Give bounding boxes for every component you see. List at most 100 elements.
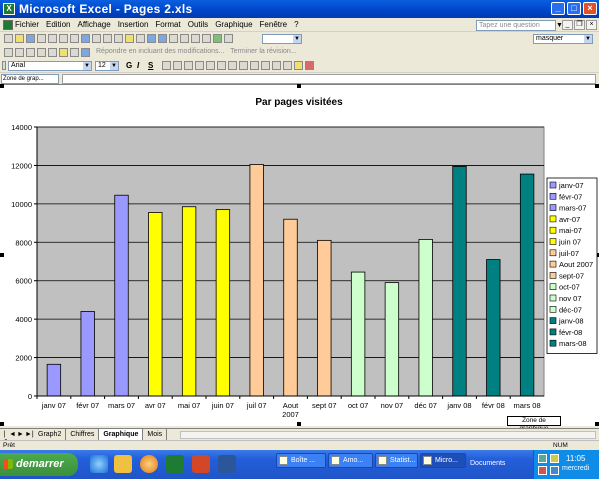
- masquer-select[interactable]: masquer ▼: [533, 34, 593, 44]
- format-painter-icon[interactable]: [136, 34, 145, 43]
- increase-indent-icon[interactable]: [272, 61, 281, 70]
- bar[interactable]: [215, 209, 231, 397]
- bar[interactable]: [418, 239, 433, 397]
- show-comments-icon[interactable]: [48, 48, 57, 57]
- print-icon[interactable]: [59, 34, 68, 43]
- align-center-icon[interactable]: [173, 61, 182, 70]
- align-right-icon[interactable]: [184, 61, 193, 70]
- font-color-icon[interactable]: [305, 61, 314, 70]
- reply-changes-button[interactable]: Répondre en incluant des modifications..…: [96, 48, 224, 55]
- align-left-icon[interactable]: [162, 61, 171, 70]
- hyperlink-icon[interactable]: [169, 34, 178, 43]
- internet-explorer-icon[interactable]: [90, 455, 108, 473]
- bar[interactable]: [148, 212, 163, 397]
- minimize-icon[interactable]: _: [551, 2, 565, 15]
- menu-item[interactable]: Fichier: [15, 20, 39, 29]
- taskbar-task-button[interactable]: Amo...: [328, 453, 373, 468]
- track-changes-icon[interactable]: [81, 48, 90, 57]
- currency-icon[interactable]: [206, 61, 215, 70]
- drawing-icon[interactable]: [224, 34, 233, 43]
- workbook-minimize-icon[interactable]: _: [562, 20, 573, 30]
- cut-icon[interactable]: [103, 34, 112, 43]
- bar[interactable]: [519, 173, 535, 397]
- folder-icon[interactable]: [114, 455, 132, 473]
- next-comment-icon[interactable]: [37, 48, 46, 57]
- excel-quicklaunch-icon[interactable]: [166, 455, 184, 473]
- open-icon[interactable]: [15, 34, 24, 43]
- menu-item[interactable]: ?: [294, 20, 298, 29]
- underline-button[interactable]: S: [148, 61, 153, 70]
- compare-icon[interactable]: [4, 48, 13, 57]
- permission-icon[interactable]: [37, 34, 46, 43]
- excel-app-icon[interactable]: X: [3, 3, 15, 15]
- word-quicklaunch-icon[interactable]: [218, 455, 236, 473]
- sheet-tab[interactable]: Graphique: [99, 429, 144, 440]
- bar[interactable]: [384, 282, 400, 397]
- undo-icon[interactable]: [147, 34, 156, 43]
- maximize-icon[interactable]: □: [567, 2, 581, 15]
- comment-icon[interactable]: [15, 48, 24, 57]
- font-size-select[interactable]: 12 ▼: [95, 61, 119, 71]
- chart-title[interactable]: Par pages visitées: [255, 97, 343, 108]
- fill-color-icon[interactable]: [294, 61, 303, 70]
- zoom-select[interactable]: ▼: [262, 34, 302, 44]
- menu-item[interactable]: Edition: [46, 20, 70, 29]
- sort-desc-icon[interactable]: [202, 34, 211, 43]
- network-icon[interactable]: [538, 454, 547, 463]
- close-icon[interactable]: ×: [583, 2, 597, 15]
- bar[interactable]: [283, 218, 298, 397]
- thousands-icon[interactable]: [228, 61, 237, 70]
- decrease-decimal-icon[interactable]: [250, 61, 259, 70]
- taskbar-task-button[interactable]: Statist...: [375, 453, 418, 468]
- paste-icon[interactable]: [125, 34, 134, 43]
- toolbar-options-icon[interactable]: [2, 61, 6, 70]
- workbook-close-icon[interactable]: ×: [586, 20, 597, 30]
- bar[interactable]: [46, 363, 62, 397]
- volume-icon[interactable]: [550, 454, 559, 463]
- bar[interactable]: [181, 206, 197, 397]
- end-review-button[interactable]: Terminer la révision...: [230, 48, 297, 55]
- increase-decimal-icon[interactable]: [239, 61, 248, 70]
- bar[interactable]: [317, 239, 332, 397]
- autosum-icon[interactable]: [180, 34, 189, 43]
- bar[interactable]: [249, 164, 264, 397]
- print-preview-icon[interactable]: [70, 34, 79, 43]
- name-box[interactable]: Zone de grap...: [1, 74, 59, 84]
- horizontal-scrollbar[interactable]: [180, 431, 596, 439]
- bar[interactable]: [452, 165, 467, 397]
- media-icon[interactable]: [140, 455, 158, 473]
- merge-center-icon[interactable]: [195, 61, 204, 70]
- bar[interactable]: [350, 271, 366, 397]
- workbook-restore-icon[interactable]: ❐: [574, 20, 585, 30]
- decrease-indent-icon[interactable]: [261, 61, 270, 70]
- menu-item[interactable]: Format: [155, 20, 180, 29]
- sheet-tab[interactable]: Graph2: [34, 429, 67, 440]
- save-icon[interactable]: [26, 34, 35, 43]
- new-icon[interactable]: [4, 34, 13, 43]
- prev-comment-icon[interactable]: [26, 48, 35, 57]
- taskbar-task-button[interactable]: Boîte ...: [276, 453, 326, 468]
- workbook-icon[interactable]: [3, 20, 13, 30]
- documents-toolbar[interactable]: Documents: [470, 460, 505, 467]
- bar[interactable]: [80, 311, 95, 397]
- formula-bar[interactable]: [62, 74, 596, 84]
- borders-icon[interactable]: [283, 61, 292, 70]
- email-icon[interactable]: [48, 34, 57, 43]
- font-name-select[interactable]: Arial ▼: [8, 61, 92, 71]
- copy-icon[interactable]: [114, 34, 123, 43]
- sort-asc-icon[interactable]: [191, 34, 200, 43]
- powerpoint-quicklaunch-icon[interactable]: [192, 455, 210, 473]
- menu-item[interactable]: Affichage: [77, 20, 110, 29]
- research-icon[interactable]: [92, 34, 101, 43]
- chart-area[interactable]: Par pages visitées 0 2000 4000 6000 8000 1000…: [0, 84, 599, 426]
- menu-item[interactable]: Outils: [188, 20, 208, 29]
- sheet-tab[interactable]: Mois: [143, 429, 168, 440]
- security-icon[interactable]: [538, 466, 547, 475]
- help-search-input[interactable]: Tapez une question: [476, 20, 556, 31]
- bold-button[interactable]: G: [126, 61, 132, 70]
- menu-item[interactable]: Insertion: [118, 20, 149, 29]
- sheet-tab[interactable]: Chiffres: [66, 429, 100, 440]
- clock[interactable]: 11:05: [566, 454, 585, 463]
- bar[interactable]: [114, 194, 129, 397]
- redo-icon[interactable]: [158, 34, 167, 43]
